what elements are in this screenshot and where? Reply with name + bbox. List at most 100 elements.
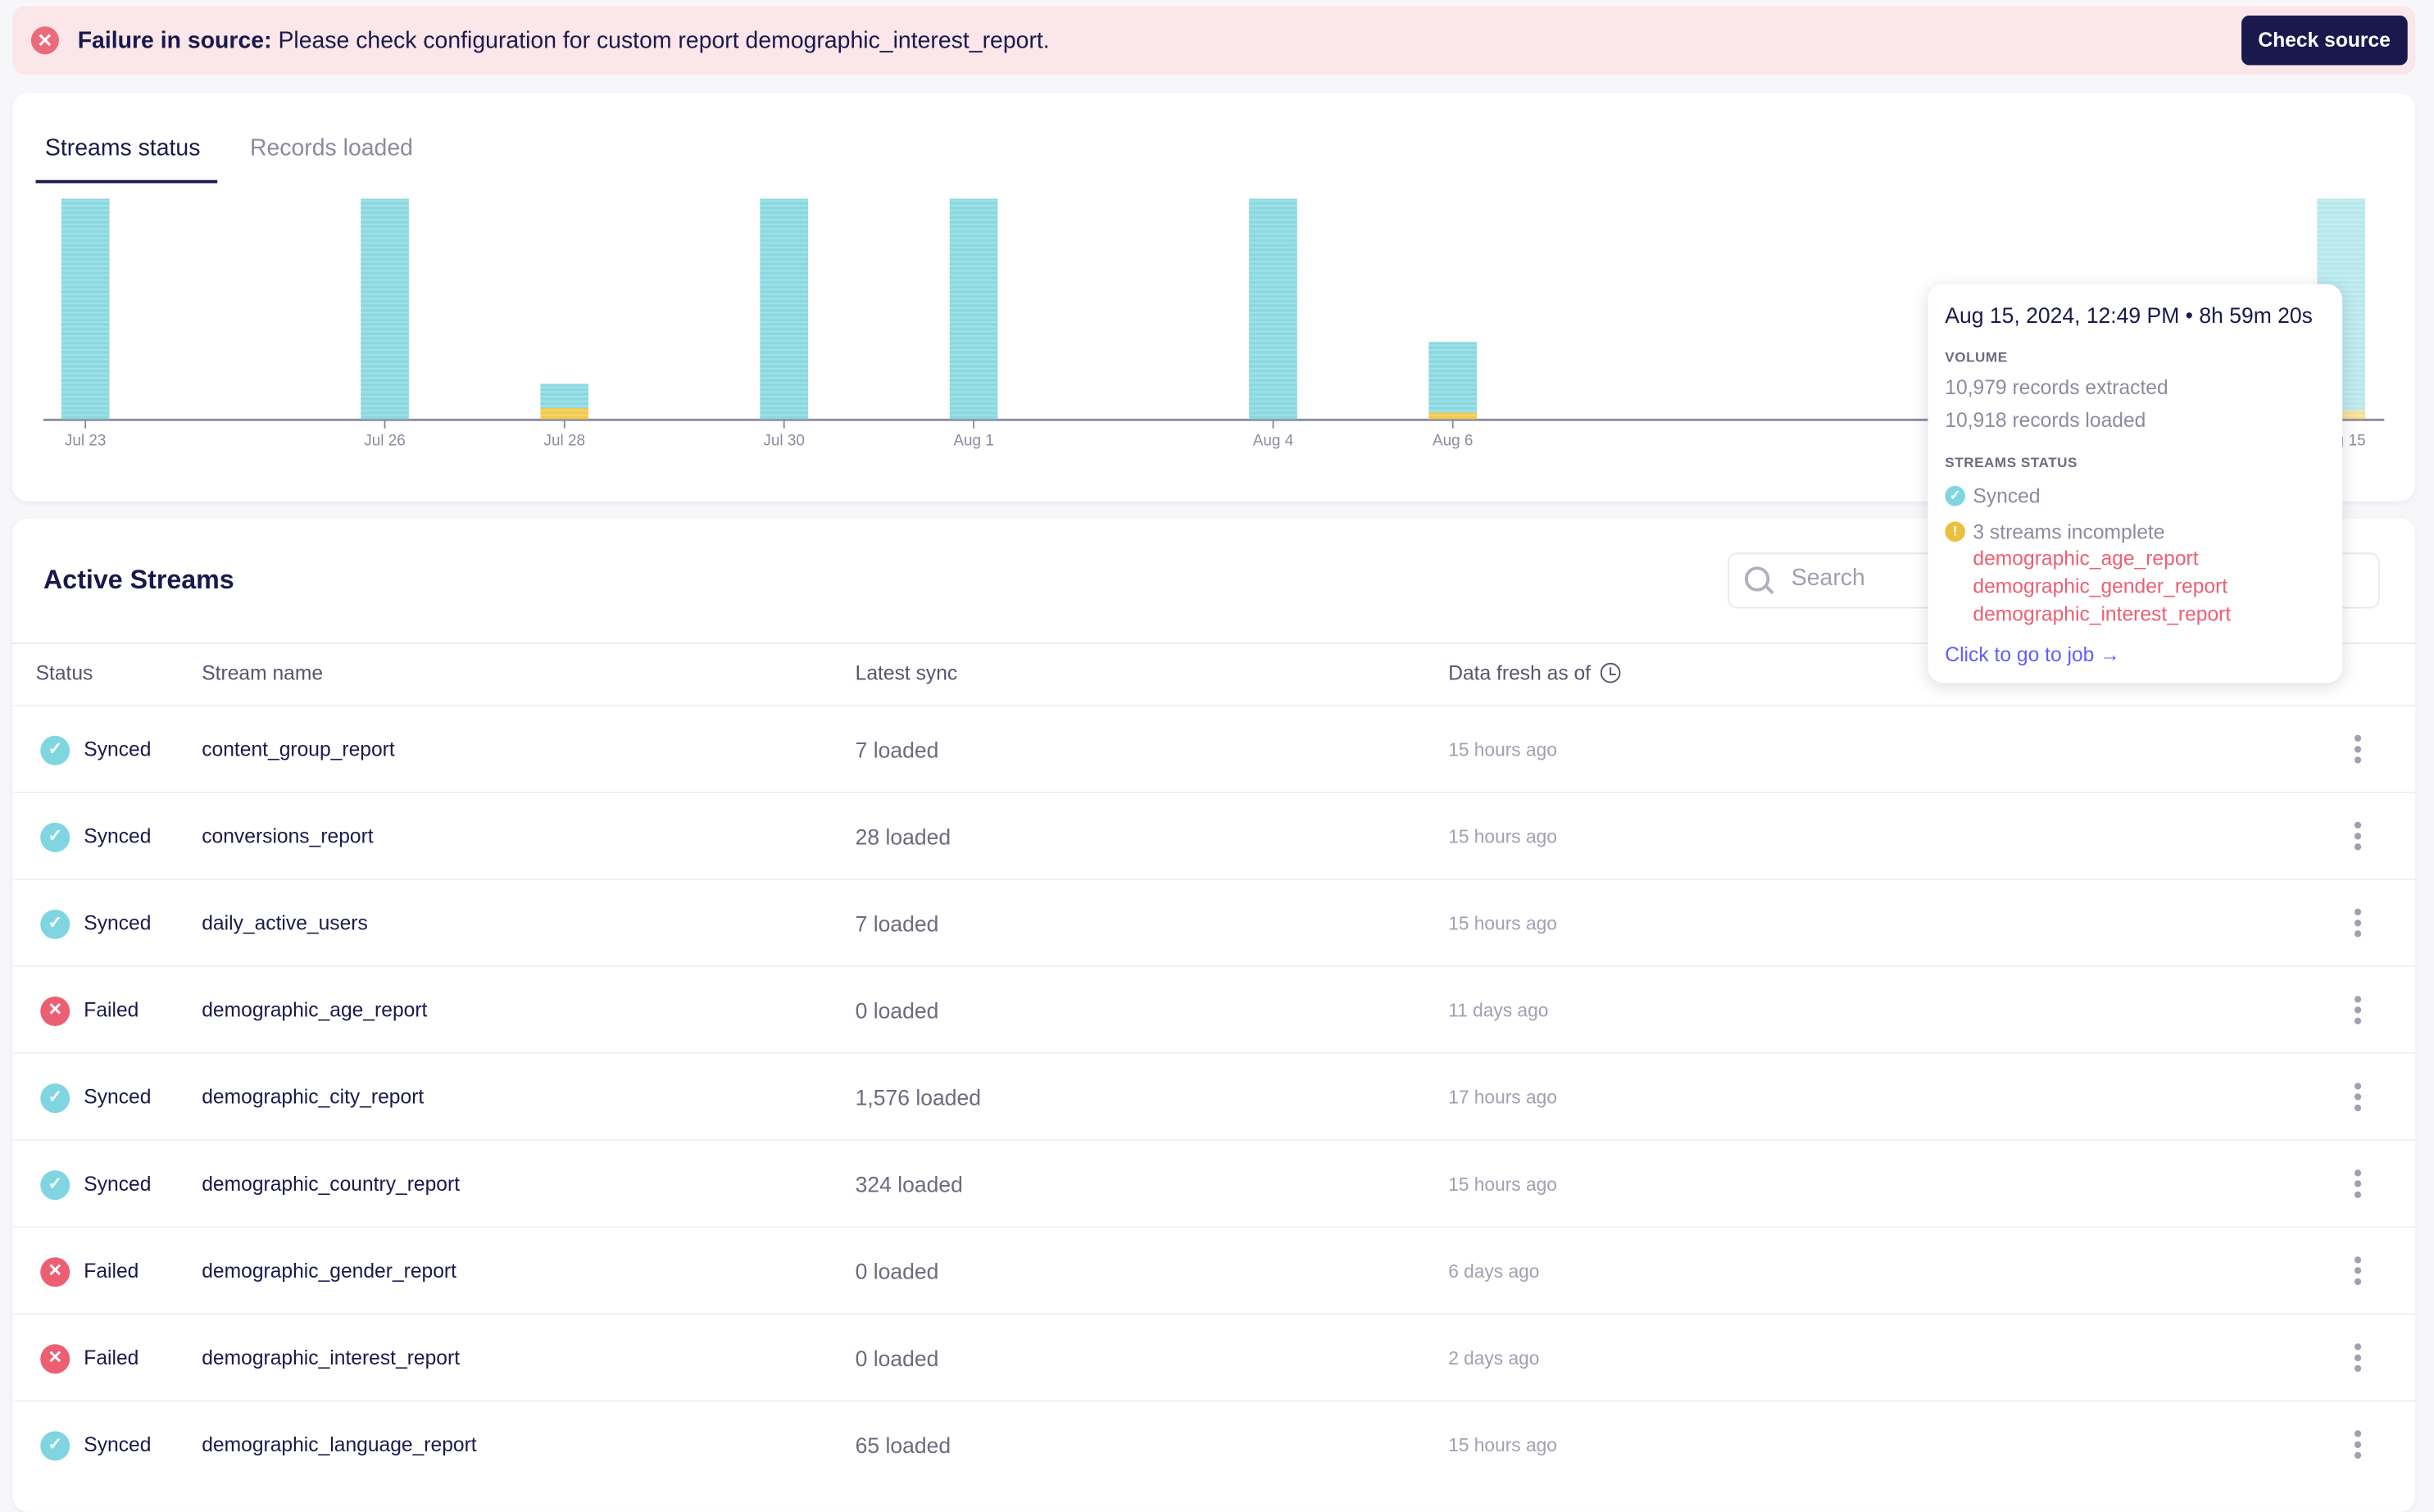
search-icon — [1744, 566, 1770, 592]
table-row[interactable]: ✓ Synced daily_active_users 7 loaded 15 hour… — [12, 879, 2416, 967]
synced-icon: ✓ — [1945, 485, 1965, 506]
table-row[interactable]: ✓ Synced demographic_language_report 65 loa… — [12, 1400, 2416, 1488]
table-row[interactable]: ✕ Failed demographic_interest_report 0 load… — [12, 1313, 2416, 1401]
status-label: Synced — [84, 1433, 152, 1456]
failure-banner: ✕ Failure in source: Please check config… — [12, 6, 2416, 75]
stream-name[interactable]: demographic_age_report — [202, 998, 427, 1021]
tooltip-loaded: 10,918 records loaded — [1945, 408, 2146, 432]
tooltip-incomplete-stream[interactable]: demographic_interest_report — [1973, 602, 2231, 625]
latest-sync: 7 loaded — [855, 737, 939, 763]
section-title: Active Streams — [43, 565, 234, 595]
status-label: Failed — [84, 1346, 139, 1369]
column-header-status[interactable]: Status — [36, 661, 93, 684]
error-circle-icon: ✕ — [40, 997, 70, 1027]
bar-synced[interactable] — [361, 198, 409, 420]
data-fresh: 6 days ago — [1448, 1260, 1540, 1283]
column-header-stream-name[interactable]: Stream name — [202, 661, 323, 684]
table-row[interactable]: ✓ Synced content_group_report 7 loaded 15 ho… — [12, 704, 2416, 793]
x-tick-label: Aug 4 — [1253, 433, 1294, 450]
data-fresh: 17 hours ago — [1448, 1086, 1557, 1109]
bar-incomplete[interactable] — [1428, 412, 1478, 420]
active-tab-indicator — [35, 179, 218, 184]
data-fresh: 15 hours ago — [1448, 1434, 1557, 1456]
status-label: Synced — [84, 737, 152, 761]
check-circle-icon: ✓ — [40, 1431, 70, 1461]
column-header-latest-sync[interactable]: Latest sync — [856, 661, 958, 684]
more-options-icon[interactable]: • • • — [2350, 901, 2366, 948]
table-row[interactable]: ✓ Synced demographic_country_report 324 loa… — [12, 1139, 2416, 1228]
bar-synced[interactable] — [1428, 342, 1478, 413]
clock-icon — [1600, 662, 1621, 683]
status-label: Synced — [84, 1084, 152, 1109]
data-fresh: 2 days ago — [1448, 1347, 1540, 1369]
failure-title: Failure in source: — [77, 28, 272, 55]
tooltip-title: Aug 15, 2024, 12:49 PM • 8h 59m 20s — [1945, 302, 2313, 328]
latest-sync: 28 loaded — [855, 824, 951, 850]
latest-sync: 7 loaded — [855, 910, 939, 937]
bar-synced[interactable] — [1249, 198, 1297, 420]
more-options-icon[interactable]: • • • — [2350, 1162, 2366, 1209]
x-tick-label: Jul 28 — [543, 433, 585, 450]
check-circle-icon: ✓ — [40, 1083, 70, 1114]
x-tick-label: Jul 26 — [364, 433, 406, 450]
status-label: Synced — [84, 1172, 152, 1196]
more-options-icon[interactable]: • • • — [2350, 1423, 2366, 1469]
bar-synced[interactable] — [61, 198, 110, 420]
status-label: Synced — [84, 824, 152, 848]
tab-streams-status[interactable]: Streams status — [45, 135, 200, 161]
stream-name[interactable]: daily_active_users — [202, 911, 368, 934]
status-label: Synced — [84, 910, 152, 935]
latest-sync: 324 loaded — [855, 1172, 963, 1197]
tooltip-synced: Synced — [1973, 484, 2041, 508]
table-row[interactable]: ✕ Failed demographic_age_report 0 loaded 11 … — [12, 965, 2416, 1054]
page: ✕ Failure in source: Please check config… — [0, 0, 2434, 1512]
table-row[interactable]: ✓ Synced conversions_report 28 loaded 15 hou… — [12, 791, 2416, 880]
tab-records-loaded[interactable]: Records loaded — [250, 135, 413, 161]
tooltip-incomplete-stream[interactable]: demographic_age_report — [1973, 547, 2198, 570]
more-options-icon[interactable]: • • • — [2350, 1336, 2366, 1383]
status-label: Failed — [84, 1259, 139, 1283]
error-circle-icon: ✕ — [40, 1344, 70, 1374]
x-tick-label: Aug 1 — [953, 433, 994, 450]
status-label: Failed — [84, 997, 139, 1022]
x-tick-label: Jul 23 — [65, 433, 107, 450]
stream-name[interactable]: conversions_report — [202, 824, 373, 847]
tooltip-incomplete-stream[interactable]: demographic_gender_report — [1973, 574, 2227, 597]
column-header-data-fresh[interactable]: Data fresh as of — [1448, 661, 1621, 684]
check-circle-icon: ✓ — [40, 1170, 70, 1201]
stream-name[interactable]: demographic_language_report — [202, 1433, 476, 1455]
latest-sync: 65 loaded — [855, 1433, 951, 1458]
table-row[interactable]: ✓ Synced demographic_city_report 1,576 load… — [12, 1052, 2416, 1141]
latest-sync: 1,576 loaded — [855, 1084, 982, 1110]
check-circle-icon: ✓ — [40, 735, 70, 765]
bar-incomplete[interactable] — [540, 407, 589, 420]
data-fresh: 15 hours ago — [1448, 825, 1557, 848]
bar-synced[interactable] — [949, 198, 998, 420]
stream-name[interactable]: demographic_gender_report — [202, 1259, 456, 1282]
stream-name[interactable]: demographic_country_report — [202, 1172, 460, 1195]
bar-synced[interactable] — [540, 384, 589, 408]
stream-name[interactable]: demographic_city_report — [202, 1085, 424, 1108]
go-to-job-link[interactable]: Click to go to job → — [1945, 642, 2120, 665]
error-circle-icon: ✕ — [40, 1257, 70, 1287]
stream-name[interactable]: demographic_interest_report — [202, 1346, 460, 1369]
check-source-button[interactable]: Check source — [2241, 15, 2408, 66]
chart-tooltip: Aug 15, 2024, 12:49 PM • 8h 59m 20s VOLU… — [1928, 284, 2343, 683]
more-options-icon[interactable]: • • • — [2350, 1249, 2366, 1296]
warning-icon: ! — [1945, 521, 1965, 543]
x-tick-label: Jul 30 — [763, 433, 805, 450]
tooltip-extracted: 10,979 records extracted — [1945, 375, 2168, 399]
latest-sync: 0 loaded — [855, 997, 939, 1024]
data-fresh: 15 hours ago — [1448, 1173, 1557, 1196]
failure-text: Please check configuration for custom re… — [278, 28, 1050, 55]
stream-name[interactable]: content_group_report — [202, 738, 394, 761]
more-options-icon[interactable]: • • • — [2350, 727, 2366, 774]
more-options-icon[interactable]: • • • — [2350, 988, 2366, 1035]
more-options-icon[interactable]: • • • — [2350, 1075, 2366, 1122]
check-circle-icon: ✓ — [40, 822, 70, 852]
x-tick-label: Aug 6 — [1433, 433, 1474, 450]
bar-synced[interactable] — [760, 198, 809, 420]
table-row[interactable]: ✕ Failed demographic_gender_report 0 loaded… — [12, 1226, 2416, 1314]
more-options-icon[interactable]: • • • — [2350, 814, 2366, 860]
data-fresh: 15 hours ago — [1448, 912, 1557, 935]
